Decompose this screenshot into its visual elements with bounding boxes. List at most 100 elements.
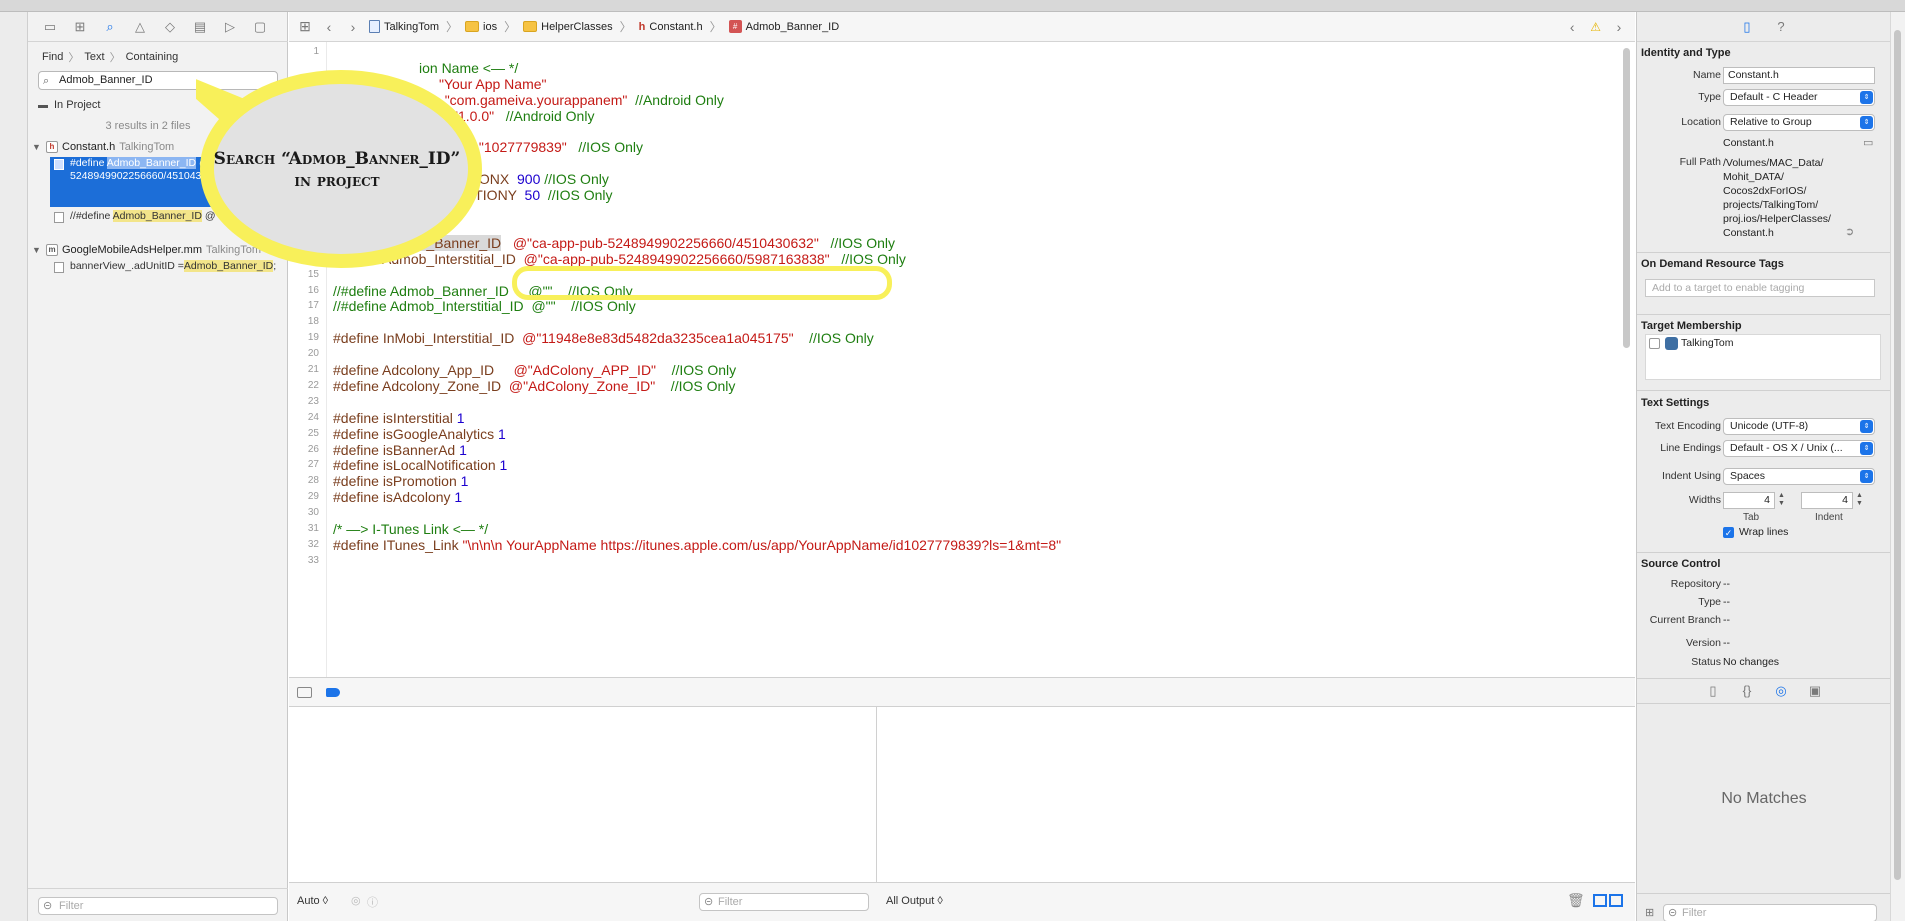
code-token: #define Adcolony_App_ID (333, 362, 514, 378)
highlight-ring (512, 266, 892, 300)
code-token: /* —> I-Tunes Link <— */ (333, 521, 489, 537)
text-encoding-popup[interactable]: Unicode (UTF-8) ⇕ (1723, 418, 1875, 435)
hide-debug-area-icon[interactable] (297, 686, 312, 698)
code-token: @"11948e8e83d5482da3235cea1a045175" (522, 330, 794, 347)
line-endings-popup[interactable]: Default - OS X / Unix (... ⇕ (1723, 440, 1875, 457)
disclosure-triangle-icon[interactable]: ▼ (32, 142, 42, 152)
console-view[interactable] (878, 707, 1635, 882)
next-issue-icon[interactable]: › (1611, 19, 1627, 35)
eye-icon[interactable]: ◎ (351, 894, 361, 907)
find-type[interactable]: Text (84, 51, 104, 63)
issue-warning-icon[interactable]: △ (132, 19, 148, 34)
code-snippet-icon[interactable]: {} (1739, 684, 1755, 698)
symbol-navigator-icon[interactable]: ⊞ (72, 19, 88, 34)
target-name: TalkingTom (1681, 337, 1734, 349)
forward-icon[interactable]: › (345, 19, 361, 35)
repository-value: -- (1723, 578, 1730, 590)
encoding-label: Text Encoding (1655, 420, 1721, 432)
location-popup[interactable]: Relative to Group ⇕ (1723, 114, 1875, 131)
status-label: Status (1691, 656, 1721, 668)
navigator-filter-placeholder: Filter (59, 900, 84, 912)
navigator-divider (28, 888, 288, 889)
warning-icon[interactable]: ⚠ (1590, 20, 1601, 34)
odr-tags-field[interactable]: Add to a target to enable tagging (1645, 279, 1875, 297)
indent-using-popup[interactable]: Spaces ⇕ (1723, 468, 1875, 485)
related-items-icon[interactable]: ⊞ (297, 18, 313, 35)
navigator-filter-input[interactable]: ⊝ Filter (38, 897, 278, 915)
line-number: 22 (307, 379, 319, 391)
tab-width-stepper[interactable]: ▲ ▼ (1777, 492, 1786, 509)
file-name-field[interactable]: Constant.h (1723, 67, 1875, 84)
wrap-lines-checkbox[interactable]: ✓ (1723, 527, 1734, 538)
find-mode-breadcrumb[interactable]: Find 〉 Text 〉 Containing (28, 48, 178, 66)
target-checkbox[interactable] (1649, 338, 1660, 349)
inspector-tab-bar: ▯ ? (1637, 12, 1891, 42)
find-mode[interactable]: Find (42, 51, 63, 63)
file-template-icon[interactable]: ▯ (1705, 684, 1721, 698)
folder-icon[interactable]: ▭ (1863, 136, 1873, 149)
tab-width-field[interactable]: 4 (1723, 492, 1775, 509)
code-token: "1027779839" (478, 139, 567, 156)
library-filter-input[interactable]: ⊝ Filter (1663, 904, 1877, 921)
indent-width-stepper[interactable]: ▲ ▼ (1855, 492, 1864, 509)
breadcrumb-file[interactable]: Constant.h (649, 21, 702, 33)
code-line: /* —> I-Tunes Link <— */ (333, 521, 488, 537)
debug-bottom-bar: Auto ◊ ◎ ⓘ ⊝ Filter All Output ◊ 🗑 (289, 882, 1635, 921)
breakpoint-icon[interactable]: ▷ (222, 19, 238, 34)
search-scope[interactable]: ▬ In Project (38, 96, 100, 114)
variables-filter-input[interactable]: ⊝ Filter (699, 893, 869, 911)
code-token: #define isGoogleAnalytics (333, 425, 498, 442)
no-matches-label: No Matches (1721, 790, 1807, 807)
search-icon[interactable]: ⌕ (102, 19, 118, 34)
text-settings-title: Text Settings (1641, 397, 1710, 409)
trash-icon[interactable]: 🗑 (1567, 892, 1585, 909)
console-output-popup[interactable]: All Output ◊ (886, 895, 943, 907)
code-token: //IOS Only (655, 377, 736, 394)
file-inspector-icon[interactable]: ▯ (1739, 19, 1755, 34)
window-scrollbar-thumb[interactable] (1894, 30, 1901, 880)
code-token: 1 (499, 457, 508, 474)
line-number: 30 (307, 507, 319, 519)
code-line: #define isBannerAd 1 (333, 442, 467, 458)
split-right-icon[interactable] (1609, 894, 1623, 907)
objc-file-icon: m (46, 244, 58, 256)
editor-scrollbar[interactable] (1623, 48, 1630, 348)
code-token: //IOS Only (656, 362, 737, 378)
code-line: #define isPromotion 1 (333, 473, 468, 489)
previous-issue-icon[interactable]: ‹ (1564, 19, 1580, 35)
library-tab-bar: ▯ {} ◎ ▣ (1637, 678, 1891, 704)
indent-width-field[interactable]: 4 (1801, 492, 1853, 509)
breakpoints-toggle-icon[interactable] (326, 687, 340, 697)
object-library-icon[interactable]: ◎ (1773, 684, 1789, 698)
code-token: @"AdColony_APP_ID" (513, 362, 657, 378)
indent-using-label: Indent Using (1662, 470, 1721, 482)
breadcrumb-project[interactable]: TalkingTom (384, 21, 439, 33)
code-token: //IOS Only (540, 187, 613, 204)
navigator-tab-bar: ▭ ⊞ ⌕ △ ◇ ▤ ▷ ▢ (28, 12, 288, 42)
file-type-popup[interactable]: Default - C Header ⇕ (1723, 89, 1875, 106)
source-control-title: Source Control (1641, 558, 1721, 570)
code-line: #define isGoogleAnalytics 1 (333, 426, 506, 442)
source-editor[interactable]: 1131415161718192021222324252627282930313… (289, 42, 1635, 677)
back-icon[interactable]: ‹ (321, 19, 337, 35)
name-label: Name (1692, 69, 1721, 81)
split-left-icon[interactable] (1593, 894, 1607, 907)
info-icon[interactable]: ⓘ (367, 894, 378, 910)
media-library-icon[interactable]: ▣ (1807, 684, 1823, 698)
find-match[interactable]: Containing (126, 51, 179, 63)
test-diamond-icon[interactable]: ◇ (162, 19, 178, 34)
breadcrumb-symbol[interactable]: Admob_Banner_ID (746, 21, 840, 33)
breadcrumb-folder-helperclasses[interactable]: HelperClasses (541, 21, 613, 33)
code-token: #define isPromotion (333, 473, 461, 490)
breadcrumb-folder-ios[interactable]: ios (483, 21, 497, 33)
folder-icon[interactable]: ▭ (42, 19, 58, 34)
debug-icon[interactable]: ▤ (192, 19, 208, 34)
variables-scope-popup[interactable]: Auto ◊ (297, 895, 328, 907)
quick-help-icon[interactable]: ? (1773, 19, 1789, 34)
disclosure-triangle-icon[interactable]: ▼ (32, 245, 42, 255)
report-icon[interactable]: ▢ (252, 19, 268, 34)
folder-icon (523, 21, 538, 32)
reveal-arrow-icon[interactable]: ➲ (1845, 225, 1854, 238)
grid-view-icon[interactable]: ⊞ (1645, 906, 1654, 919)
code-token: //IOS Only (829, 250, 906, 267)
